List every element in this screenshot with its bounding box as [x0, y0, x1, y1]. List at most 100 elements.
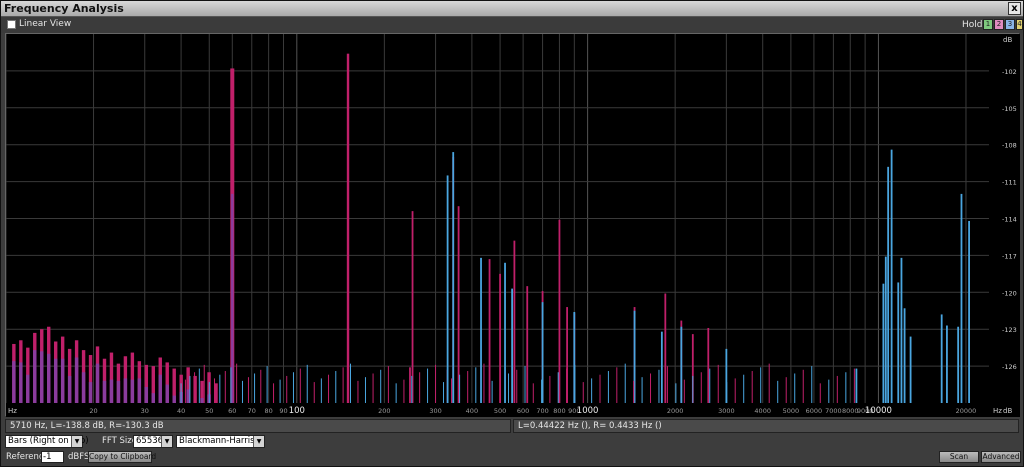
title-bar[interactable]: Frequency Analysis x	[1, 1, 1023, 17]
hold-button-3[interactable]: 3	[1005, 19, 1015, 30]
noise-bar	[467, 371, 469, 403]
cursor-readout-text: 5710 Hz, L=-138.8 dB, R=-130.3 dB	[10, 421, 164, 431]
y-axis-strip	[989, 34, 1020, 417]
noise-bar	[427, 368, 429, 403]
spike-l	[513, 240, 516, 403]
hold-button-1[interactable]: 1	[983, 19, 993, 30]
noise-bar	[726, 382, 728, 403]
noise-bar	[508, 373, 510, 403]
noise-bar	[491, 380, 493, 403]
noise-bar	[342, 367, 344, 403]
noise-bar	[633, 380, 635, 403]
spike-r	[446, 175, 449, 403]
spike-l	[457, 206, 460, 403]
fft-size-select[interactable]: 65536 ▼	[133, 435, 173, 448]
noise-bar	[364, 377, 366, 403]
peak-readout-text: L=0.44422 Hz (), R= 0.4433 Hz ()	[518, 421, 662, 431]
noise-bar	[328, 374, 330, 403]
noise-bar	[616, 367, 618, 403]
noise-bar	[357, 380, 359, 403]
spike-r	[903, 308, 906, 403]
x-tick-label: 5000	[783, 407, 800, 415]
x-tick-label: 1000	[577, 406, 599, 416]
bass-bar-right	[60, 358, 65, 403]
scan-button[interactable]: Scan	[939, 451, 979, 463]
hold-button-2[interactable]: 2	[994, 19, 1004, 30]
window-function-select[interactable]: Blackmann-Harris ▼	[176, 435, 265, 448]
x-tick-label: 20000	[956, 407, 977, 415]
y-tick-label: -108	[1002, 142, 1017, 150]
linear-view-checkbox[interactable]	[7, 20, 16, 29]
noise-bar	[443, 382, 445, 403]
bass-bar-right	[130, 379, 135, 403]
bass-bar-right	[123, 378, 128, 403]
spike-l	[488, 259, 491, 403]
noise-bar	[451, 378, 453, 403]
noise-bar	[566, 368, 568, 403]
noise-bar	[475, 367, 477, 403]
noise-bar	[557, 372, 559, 403]
linear-view-label[interactable]: Linear View	[19, 19, 71, 29]
spike-r	[660, 331, 663, 403]
close-button[interactable]: x	[1008, 2, 1021, 15]
x-tick-label: 300	[429, 407, 441, 415]
noise-bar	[273, 383, 275, 403]
spike-r	[855, 368, 858, 403]
noise-bar	[180, 383, 182, 403]
bass-bar-right	[137, 378, 142, 403]
noise-bar	[819, 383, 821, 403]
x-tick-label: 3000	[718, 407, 735, 415]
noise-bar	[683, 379, 685, 403]
x-tick-label: 400	[466, 407, 478, 415]
chevron-down-icon[interactable]: ▼	[161, 436, 172, 447]
x-tick-label: 2000	[667, 407, 684, 415]
noise-bar	[372, 373, 374, 403]
bass-bar-right	[74, 357, 79, 403]
noise-bar	[574, 364, 576, 403]
hold-button-4[interactable]: 4	[1016, 19, 1023, 30]
y-tick-label: -105	[1002, 105, 1017, 113]
spike-r	[887, 166, 890, 403]
noise-bar	[224, 371, 226, 403]
y-tick-label: -117	[1002, 252, 1017, 260]
noise-bar	[411, 375, 413, 403]
spike-r	[968, 220, 970, 403]
x-tick-label: 6000	[806, 407, 823, 415]
x-tick-label: 80	[264, 407, 272, 415]
spectrum-plot[interactable]: 20 30 40 50 60 70 80 90 100 200 300 400 500 600 700 800…	[5, 33, 1020, 417]
noise-bar	[675, 383, 677, 403]
chevron-down-icon[interactable]: ▼	[71, 436, 82, 447]
window-function-value: Blackmann-Harris	[179, 436, 255, 446]
spike-r	[890, 149, 893, 403]
noise-bar	[692, 375, 694, 403]
spike-r	[504, 262, 506, 403]
y-unit-label: dB	[1003, 407, 1012, 415]
noise-bar	[582, 382, 584, 403]
noise-bar	[198, 368, 200, 403]
x-unit-label: Hz	[993, 407, 1002, 415]
noise-bar	[236, 363, 238, 403]
noise-bar	[743, 374, 745, 403]
noise-bar	[208, 382, 210, 403]
noise-bar	[350, 363, 352, 403]
noise-bar	[760, 367, 762, 403]
spike-r	[957, 326, 960, 403]
noise-bar	[395, 383, 397, 403]
noise-bar	[666, 366, 668, 403]
noise-bar	[836, 375, 838, 403]
display-mode-select[interactable]: Bars (Right on top) ▼	[5, 435, 89, 448]
copy-to-clipboard-button[interactable]: Copy to Clipboard	[88, 451, 156, 463]
spike-l	[346, 53, 350, 404]
noise-bar	[254, 373, 256, 403]
advanced-button[interactable]: Advanced	[981, 451, 1021, 463]
noise-bar	[607, 371, 609, 403]
noise-bar	[241, 380, 243, 403]
reference-input[interactable]: -1	[41, 451, 64, 463]
noise-bar	[734, 378, 736, 403]
chevron-down-icon[interactable]: ▼	[253, 436, 264, 447]
noise-bar	[853, 368, 855, 403]
noise-bar	[717, 364, 719, 403]
bass-bar-right	[151, 393, 155, 403]
noise-bar	[214, 378, 216, 403]
y-unit-label: dB	[1003, 36, 1012, 44]
